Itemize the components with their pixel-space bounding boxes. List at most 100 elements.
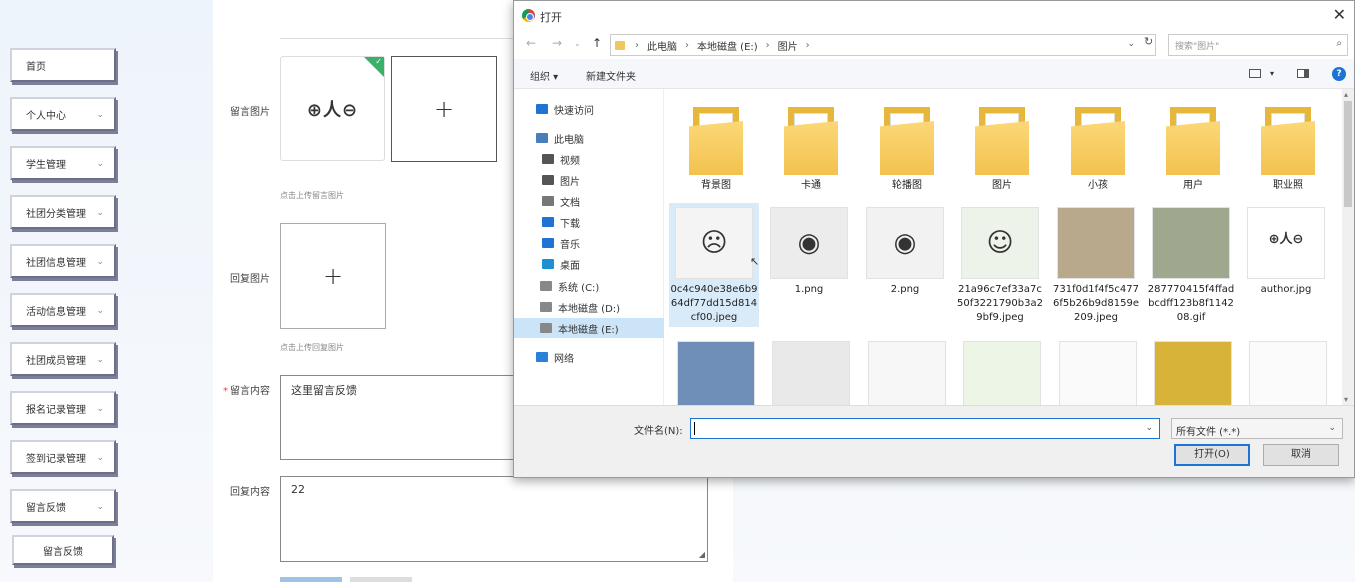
breadcrumb-drive-e[interactable]: 本地磁盘 (E:) [697,38,758,53]
nav-item[interactable]: 图片 [514,170,664,190]
forward-arrow-icon[interactable]: → [552,36,562,50]
image-thumbnail [1057,207,1135,279]
scroll-thumb[interactable] [1344,101,1352,207]
sidebar-item[interactable]: 报名记录管理 ⌄ [10,391,116,425]
help-icon[interactable]: ? [1332,67,1346,81]
nav-item[interactable]: 本地磁盘 (E:) [514,318,664,338]
nav-item[interactable]: 下载 [514,212,664,232]
folder-item[interactable]: 轮播图 [862,103,952,193]
nav-item[interactable]: 网络 [514,347,664,367]
image-thumbnail: ⊕人⊖ [1247,207,1325,279]
breadcrumb-pictures[interactable]: 图片 [778,38,798,53]
dialog-title: 打开 [540,11,562,24]
sidebar-item[interactable]: 社团信息管理 ⌄ [10,244,116,278]
message-image-upload-button[interactable]: + [391,56,497,162]
folder-icon [1261,103,1315,175]
filetype-select[interactable]: 所有文件 (*.*) ⌄ [1171,418,1343,439]
file-item[interactable]: ◉ 2.png [860,203,950,299]
file-item[interactable]: ◉ 1.png [764,203,854,299]
reply-content-textarea[interactable]: 22 ◢ [280,476,708,562]
folder-icon [1071,103,1125,175]
image-thumbnail[interactable] [868,341,946,405]
view-dropdown-icon[interactable]: ▾ [1270,69,1274,78]
filename-input[interactable]: ⌄ [690,418,1160,439]
preview-pane-icon[interactable] [1297,69,1309,78]
folder-icon [880,103,934,175]
filename-dropdown-icon[interactable]: ⌄ [1145,423,1153,433]
file-name: 0c4c940e38e6b964df77dd15d814cf00.jpeg [670,284,758,323]
check-icon: ✓ [375,57,382,66]
image-thumbnail[interactable] [1154,341,1232,405]
folder-item[interactable]: 卡通 [766,103,856,193]
file-item[interactable]: ☺ 21a96c7ef33a7c50f3221790b3a29bf9.jpeg [955,203,1045,327]
sidebar-item[interactable]: 活动信息管理 ⌄ [10,293,116,327]
nav-item[interactable]: 系统 (C:) [514,276,664,296]
chevron-down-icon: ⌄ [96,257,104,267]
file-item[interactable]: 287770415f4ffadbcdff123b8f114208.gif [1146,203,1236,327]
organize-button[interactable]: 组织 ▾ [530,68,558,83]
nav-item[interactable]: 视频 [514,149,664,169]
sidebar-item[interactable]: 社团分类管理 ⌄ [10,195,116,229]
folder-item[interactable]: 用户 [1148,103,1238,193]
image-thumbnail[interactable] [1059,341,1137,405]
folder-item[interactable]: 小孩 [1053,103,1143,193]
sidebar-item-label: 活动信息管理 [26,306,86,318]
folder-item[interactable]: 背景图 [671,103,761,193]
folder-item[interactable]: 图片 [957,103,1047,193]
submit-button-edge[interactable] [280,577,342,582]
sidebar-item[interactable]: 个人中心 ⌄ [10,97,116,131]
required-asterisk: * [223,386,228,397]
sidebar-item[interactable]: 首页 [10,48,116,82]
folder-item[interactable]: 职业照 [1243,103,1333,193]
nav-item[interactable]: 文档 [514,191,664,211]
scroll-up-icon[interactable]: ▴ [1344,90,1348,99]
sidebar-item[interactable]: 签到记录管理 ⌄ [10,440,116,474]
scroll-down-icon[interactable]: ▾ [1344,395,1348,404]
nav-item-label: 网络 [554,353,574,365]
nav-item[interactable]: 快速访问 [514,99,664,119]
view-options-icon[interactable] [1249,69,1261,78]
search-input[interactable]: 搜索"图片" ⌕ [1168,34,1348,56]
address-dropdown-icon[interactable]: ⌄ [1127,39,1135,49]
open-button[interactable]: 打开(O) [1174,444,1250,466]
nav-item[interactable]: 本地磁盘 (D:) [514,297,664,317]
vertical-scrollbar[interactable]: ▴ ▾ [1342,89,1354,405]
up-arrow-icon[interactable]: ↑ [592,36,602,50]
sidebar: 首页 个人中心 ⌄ 学生管理 ⌄ 社团分类管理 ⌄ 社团信息管理 ⌄ 活动信息管理 ⌄ 社团成员管理 ⌄… [0,0,205,582]
sidebar-item-label: 社团分类管理 [26,208,86,220]
back-arrow-icon[interactable]: ← [526,36,536,50]
sidebar-item[interactable]: 留言反馈 [12,535,114,565]
address-bar[interactable]: › 此电脑 › 本地磁盘 (E:) › 图片 › ⌄ [610,34,1156,56]
cancel-button-edge[interactable] [350,577,412,582]
open-file-dialog: 打开 ✕ ← → ⌄ ↑ › 此电脑 › 本地磁盘 (E:) › 图片 › ⌄ … [513,0,1355,478]
sidebar-item-label: 签到记录管理 [26,453,86,465]
close-icon[interactable]: ✕ [1333,5,1346,24]
resize-grip-icon[interactable]: ◢ [699,550,705,559]
file-item[interactable]: ☹ 0c4c940e38e6b964df77dd15d814cf00.jpeg [669,203,759,327]
image-thumbnail[interactable] [772,341,850,405]
file-item[interactable]: 731f0d1f4f5c4776f5b26b9d8159e209.jpeg [1051,203,1141,327]
file-item[interactable]: ⊕人⊖ author.jpg [1241,203,1331,299]
chevron-down-icon: ⌄ [96,453,104,463]
image-thumbnail[interactable] [963,341,1041,405]
sidebar-item[interactable]: 留言反馈 ⌄ [10,489,116,523]
dialog-bottom-bar: 文件名(N): ⌄ 所有文件 (*.*) ⌄ 打开(O) 取消 [514,405,1354,477]
page: { "sidebar": { "items": [ {"label": "首页"… [0,0,1355,582]
sidebar-item[interactable]: 学生管理 ⌄ [10,146,116,180]
chevron-down-icon: ⌄ [96,208,104,218]
reply-image-upload-button[interactable]: + [280,223,386,329]
image-thumbnail[interactable] [677,341,755,405]
new-folder-button[interactable]: 新建文件夹 [586,68,636,83]
sidebar-item[interactable]: 社团成员管理 ⌄ [10,342,116,376]
nav-item[interactable]: 此电脑 [514,128,664,148]
message-content-label: * 留言内容 [223,382,270,397]
image-thumbnail[interactable] [1249,341,1327,405]
text-caret [694,422,695,435]
cancel-button[interactable]: 取消 [1263,444,1339,466]
nav-item[interactable]: 音乐 [514,233,664,253]
recent-dropdown-icon[interactable]: ⌄ [574,39,581,48]
message-image-preview[interactable]: ⊕人⊖ ✓ [280,56,385,161]
nav-item[interactable]: 桌面 [514,254,664,274]
breadcrumb-this-pc[interactable]: 此电脑 [647,38,677,53]
refresh-icon[interactable]: ↻ [1144,35,1153,48]
